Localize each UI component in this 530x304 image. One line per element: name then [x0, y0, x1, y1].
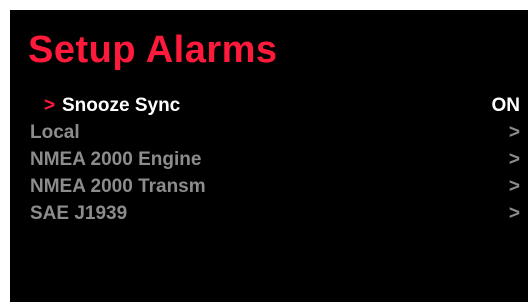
menu-item-label: Snooze Sync	[62, 95, 181, 116]
menu-item-local[interactable]: Local >	[30, 119, 524, 146]
chevron-right-icon: >	[508, 122, 520, 143]
menu-item-snooze-sync[interactable]: > Snooze Sync ON	[30, 92, 524, 119]
menu-item-label: NMEA 2000 Engine	[30, 149, 202, 170]
menu-item-nmea-2000-transm[interactable]: NMEA 2000 Transm >	[30, 173, 524, 200]
chevron-right-icon: >	[508, 176, 520, 197]
alarm-menu: > Snooze Sync ON Local > NMEA 2000 Engine…	[30, 92, 524, 227]
menu-item-sae-j1939[interactable]: SAE J1939 >	[30, 200, 524, 227]
menu-item-label: NMEA 2000 Transm	[30, 176, 206, 197]
menu-item-label: SAE J1939	[30, 203, 128, 224]
selection-caret-icon: >	[44, 95, 56, 116]
chevron-right-icon: >	[508, 203, 520, 224]
page-title: Setup Alarms	[28, 29, 278, 71]
device-screen: Setup Alarms > Snooze Sync ON Local > NME…	[10, 10, 528, 302]
menu-item-label: Local	[30, 122, 80, 143]
chevron-right-icon: >	[508, 149, 520, 170]
menu-item-value: ON	[491, 95, 521, 116]
menu-item-nmea-2000-engine[interactable]: NMEA 2000 Engine >	[30, 146, 524, 173]
